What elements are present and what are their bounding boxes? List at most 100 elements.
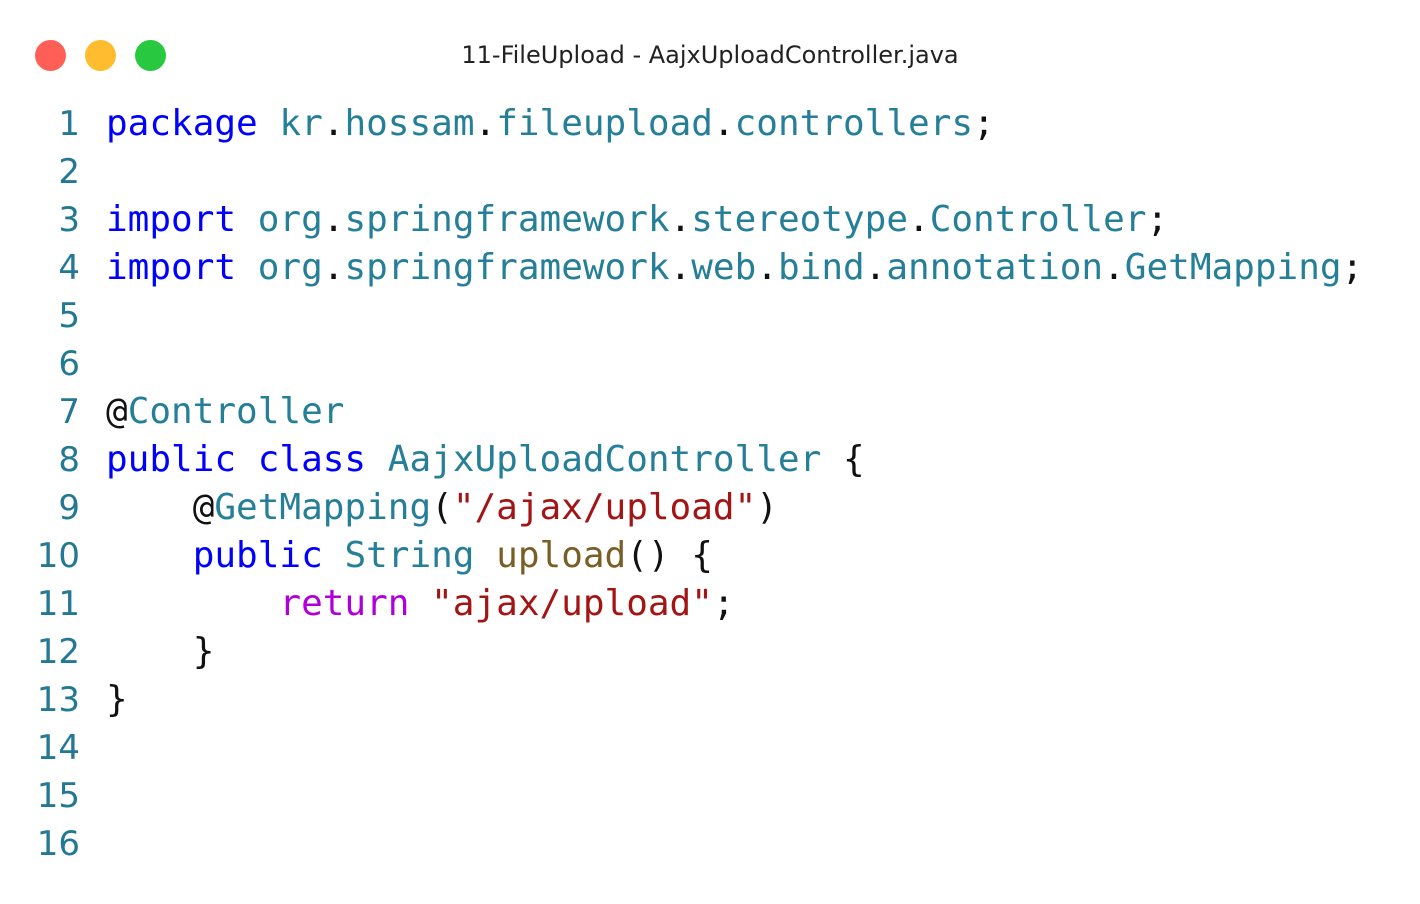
- code-line[interactable]: 4 import org.springframework.web.bind.ann…: [0, 244, 1420, 292]
- code-token-plain: (: [431, 487, 453, 528]
- code-token-plain: .: [908, 199, 930, 240]
- code-token-keyword: import: [106, 247, 237, 288]
- code-token-plain: .: [669, 247, 692, 288]
- code-line[interactable]: 8 public class AajxUploadController {: [0, 436, 1420, 484]
- line-number: 3: [58, 200, 80, 240]
- code-token-plain: .: [322, 103, 345, 144]
- code-token-keyword: class: [257, 439, 367, 480]
- code-line[interactable]: 14: [0, 724, 1420, 772]
- code-token-identifier: org: [257, 199, 323, 240]
- code-token-control: return: [279, 583, 410, 624]
- code-line[interactable]: 6: [0, 340, 1420, 388]
- code-token-plain: () {: [626, 535, 713, 576]
- line-number: 9: [58, 488, 80, 528]
- code-token-plain: ;: [1341, 247, 1364, 288]
- code-token-identifier: web: [691, 247, 757, 288]
- line-number: 7: [58, 392, 80, 432]
- code-line[interactable]: 16: [0, 820, 1420, 868]
- code-token-plain: .: [1103, 247, 1125, 288]
- line-number: 15: [36, 776, 80, 816]
- code-line[interactable]: 3 import org.springframework.stereotype.C…: [0, 196, 1420, 244]
- code-line[interactable]: 1 package kr.hossam.fileupload.controller…: [0, 100, 1420, 148]
- line-number: 12: [36, 632, 80, 672]
- line-number: 16: [36, 824, 80, 864]
- code-token-string: "ajax/upload": [431, 583, 713, 624]
- code-token-plain: ;: [712, 583, 735, 624]
- code-token-plain: .: [322, 247, 345, 288]
- line-number: 4: [58, 248, 80, 288]
- code-token-keyword: import: [106, 199, 237, 240]
- code-text: }: [106, 628, 215, 676]
- code-text: return "ajax/upload";: [106, 580, 735, 628]
- code-text: @GetMapping("/ajax/upload"): [106, 484, 778, 532]
- code-token-identifier: fileupload: [496, 103, 713, 144]
- code-editor[interactable]: 1 package kr.hossam.fileupload.controller…: [0, 100, 1420, 868]
- code-token-identifier: org: [257, 247, 323, 288]
- editor-window: 11-FileUpload - AajxUploadController.jav…: [0, 0, 1420, 904]
- code-line[interactable]: 2: [0, 148, 1420, 196]
- code-line[interactable]: 5: [0, 292, 1420, 340]
- code-token-identifier: controllers: [734, 103, 974, 144]
- line-number: 5: [58, 296, 80, 336]
- code-token-identifier: GetMapping: [214, 487, 432, 528]
- code-token-identifier: AajxUploadController: [387, 439, 822, 480]
- code-token-keyword: public: [192, 535, 323, 576]
- line-number: 11: [36, 584, 80, 624]
- code-token-identifier: String: [344, 535, 475, 576]
- code-token-method: upload: [496, 535, 627, 576]
- code-token-plain: @: [106, 487, 215, 528]
- code-line[interactable]: 12 }: [0, 628, 1420, 676]
- line-number: 1: [58, 104, 80, 144]
- code-token-identifier: springframework: [344, 247, 670, 288]
- code-token-plain: ): [756, 487, 778, 528]
- code-line[interactable]: 7 @Controller: [0, 388, 1420, 436]
- code-token-keyword: package: [106, 103, 258, 144]
- code-text: }: [106, 676, 128, 724]
- code-token-plain: {: [821, 439, 865, 480]
- code-token-identifier: springframework: [344, 199, 670, 240]
- title-bar: 11-FileUpload - AajxUploadController.jav…: [0, 0, 1420, 110]
- code-text: package kr.hossam.fileupload.controllers…: [106, 100, 995, 148]
- code-text: public class AajxUploadController {: [106, 436, 865, 484]
- line-number: 13: [36, 680, 80, 720]
- code-token-identifier: stereotype: [691, 199, 908, 240]
- code-line[interactable]: 13}: [0, 676, 1420, 724]
- line-number: 8: [58, 440, 80, 480]
- code-text: import org.springframework.stereotype.Co…: [106, 196, 1168, 244]
- code-token-identifier: annotation: [886, 247, 1104, 288]
- code-token-plain: .: [474, 103, 497, 144]
- code-token-plain: }: [106, 679, 128, 720]
- code-token-keyword: public: [106, 439, 237, 480]
- window-title: 11-FileUpload - AajxUploadController.jav…: [461, 41, 959, 69]
- code-token-string: "/ajax/upload": [452, 487, 757, 528]
- code-token-plain: .: [669, 199, 692, 240]
- code-text: import org.springframework.web.bind.anno…: [106, 244, 1363, 292]
- code-text: @Controller: [106, 388, 344, 436]
- code-token-plain: .: [864, 247, 887, 288]
- code-token-plain: @: [106, 391, 128, 432]
- line-number: 6: [58, 344, 80, 384]
- code-line[interactable]: 10 public String upload() {: [0, 532, 1420, 580]
- code-line[interactable]: 15: [0, 772, 1420, 820]
- line-number: 2: [58, 152, 80, 192]
- line-number: 14: [36, 728, 80, 768]
- code-token-identifier: Controller: [929, 199, 1147, 240]
- code-token-identifier: Controller: [127, 391, 345, 432]
- code-token-plain: .: [756, 247, 778, 288]
- code-line[interactable]: 9 @GetMapping("/ajax/upload"): [0, 484, 1420, 532]
- code-text: public String upload() {: [106, 532, 713, 580]
- code-token-identifier: bind: [777, 247, 865, 288]
- code-token-plain: .: [712, 103, 735, 144]
- code-token-plain: .: [322, 199, 345, 240]
- code-token-identifier: GetMapping: [1124, 247, 1342, 288]
- code-line[interactable]: 11 return "ajax/upload";: [0, 580, 1420, 628]
